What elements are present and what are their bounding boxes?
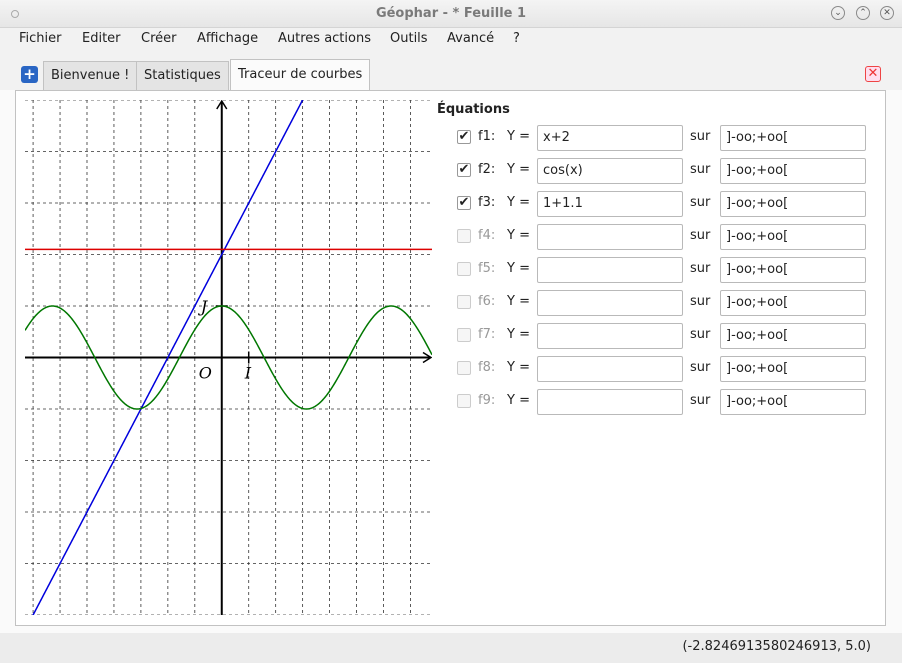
- equation-name: f1:: [478, 129, 496, 144]
- sur-label: sur: [690, 195, 711, 210]
- equation-domain-input[interactable]: ]-oo;+oo[: [720, 356, 866, 382]
- equation-row: f7: Y = sur ]-oo;+oo[: [450, 323, 870, 349]
- minimize-button[interactable]: ⌄: [831, 6, 845, 20]
- tab-statistiques[interactable]: Statistiques: [136, 61, 229, 90]
- menu-fichier[interactable]: Fichier: [19, 31, 62, 46]
- equation-name: f9:: [478, 393, 496, 408]
- equation-checkbox[interactable]: ✔: [457, 196, 471, 210]
- equation-expression-input[interactable]: x+2: [537, 125, 683, 151]
- equation-checkbox[interactable]: ✔: [457, 163, 471, 177]
- equation-expression-input[interactable]: 1+1.1: [537, 191, 683, 217]
- equation-domain-input[interactable]: ]-oo;+oo[: [720, 257, 866, 283]
- equation-checkbox[interactable]: [457, 229, 471, 243]
- equation-row: ✔ f3: Y = 1+1.1 sur ]-oo;+oo[: [450, 191, 870, 217]
- window-title: Géophar - * Feuille 1: [375, 6, 527, 21]
- equation-expression-input[interactable]: cos(x): [537, 158, 683, 184]
- equation-checkbox[interactable]: [457, 361, 471, 375]
- y-equals-label: Y =: [507, 129, 530, 144]
- equation-name: f3:: [478, 195, 496, 210]
- equation-domain-input[interactable]: ]-oo;+oo[: [720, 125, 866, 151]
- origin-label: O: [199, 364, 212, 383]
- equation-row: f9: Y = sur ]-oo;+oo[: [450, 389, 870, 415]
- sur-label: sur: [690, 294, 711, 309]
- menu-autres-actions[interactable]: Autres actions: [278, 31, 371, 46]
- new-tab-plus-icon[interactable]: +: [21, 66, 38, 83]
- menu-bar: Fichier Editer Créer Affichage Autres ac…: [0, 28, 902, 50]
- tab-bienvenue[interactable]: Bienvenue !: [43, 61, 138, 90]
- equation-expression-input[interactable]: [537, 356, 683, 382]
- sur-label: sur: [690, 129, 711, 144]
- sur-label: sur: [690, 327, 711, 342]
- menu-creer[interactable]: Créer: [141, 31, 176, 46]
- equation-checkbox[interactable]: [457, 328, 471, 342]
- menu-outils[interactable]: Outils: [390, 31, 428, 46]
- equation-row: f5: Y = sur ]-oo;+oo[: [450, 257, 870, 283]
- close-window-button[interactable]: ✕: [880, 6, 894, 20]
- equations-title: Équations: [437, 102, 510, 117]
- cursor-coordinates: (-2.8246913580246913, 5.0): [682, 639, 871, 654]
- equation-name: f6:: [478, 294, 496, 309]
- equation-row: f8: Y = sur ]-oo;+oo[: [450, 356, 870, 382]
- y-equals-label: Y =: [507, 294, 530, 309]
- equation-expression-input[interactable]: [537, 389, 683, 415]
- equation-expression-input[interactable]: [537, 290, 683, 316]
- equation-name: f7:: [478, 327, 496, 342]
- equation-row: ✔ f2: Y = cos(x) sur ]-oo;+oo[: [450, 158, 870, 184]
- equation-name: f2:: [478, 162, 496, 177]
- status-bar: (-2.8246913580246913, 5.0): [0, 633, 902, 663]
- unit-x-label: I: [244, 364, 252, 383]
- equation-domain-input[interactable]: ]-oo;+oo[: [720, 290, 866, 316]
- menu-affichage[interactable]: Affichage: [197, 31, 258, 46]
- equation-row: f6: Y = sur ]-oo;+oo[: [450, 290, 870, 316]
- close-tab-icon[interactable]: ✕: [865, 66, 881, 82]
- y-equals-label: Y =: [507, 195, 530, 210]
- equation-name: f4:: [478, 228, 496, 243]
- sur-label: sur: [690, 393, 711, 408]
- menu-help[interactable]: ?: [513, 31, 520, 46]
- equation-name: f5:: [478, 261, 496, 276]
- sur-label: sur: [690, 261, 711, 276]
- y-equals-label: Y =: [507, 261, 530, 276]
- equation-row: ✔ f1: Y = x+2 sur ]-oo;+oo[: [450, 125, 870, 151]
- y-equals-label: Y =: [507, 360, 530, 375]
- y-equals-label: Y =: [507, 162, 530, 177]
- equation-checkbox[interactable]: [457, 394, 471, 408]
- maximize-button[interactable]: ⌃: [856, 6, 870, 20]
- sur-label: sur: [690, 360, 711, 375]
- equation-expression-input[interactable]: [537, 257, 683, 283]
- sur-label: sur: [690, 228, 711, 243]
- y-equals-label: Y =: [507, 228, 530, 243]
- equation-checkbox[interactable]: [457, 262, 471, 276]
- y-equals-label: Y =: [507, 393, 530, 408]
- y-equals-label: Y =: [507, 327, 530, 342]
- equation-expression-input[interactable]: [537, 323, 683, 349]
- sur-label: sur: [690, 162, 711, 177]
- equation-expression-input[interactable]: [537, 224, 683, 250]
- equation-domain-input[interactable]: ]-oo;+oo[: [720, 191, 866, 217]
- tab-traceur-de-courbes[interactable]: Traceur de courbes: [230, 59, 371, 91]
- menu-avance[interactable]: Avancé: [447, 31, 494, 46]
- equation-checkbox[interactable]: ✔: [457, 130, 471, 144]
- equation-domain-input[interactable]: ]-oo;+oo[: [720, 158, 866, 184]
- equation-domain-input[interactable]: ]-oo;+oo[: [720, 224, 866, 250]
- title-bar: Géophar - * Feuille 1 ⌄ ⌃ ✕: [0, 0, 902, 28]
- equation-row: f4: Y = sur ]-oo;+oo[: [450, 224, 870, 250]
- equation-domain-input[interactable]: ]-oo;+oo[: [720, 323, 866, 349]
- equation-domain-input[interactable]: ]-oo;+oo[: [720, 389, 866, 415]
- equation-checkbox[interactable]: [457, 295, 471, 309]
- menu-editer[interactable]: Editer: [82, 31, 121, 46]
- equation-name: f8:: [478, 360, 496, 375]
- graph-canvas[interactable]: O IJ: [25, 100, 432, 615]
